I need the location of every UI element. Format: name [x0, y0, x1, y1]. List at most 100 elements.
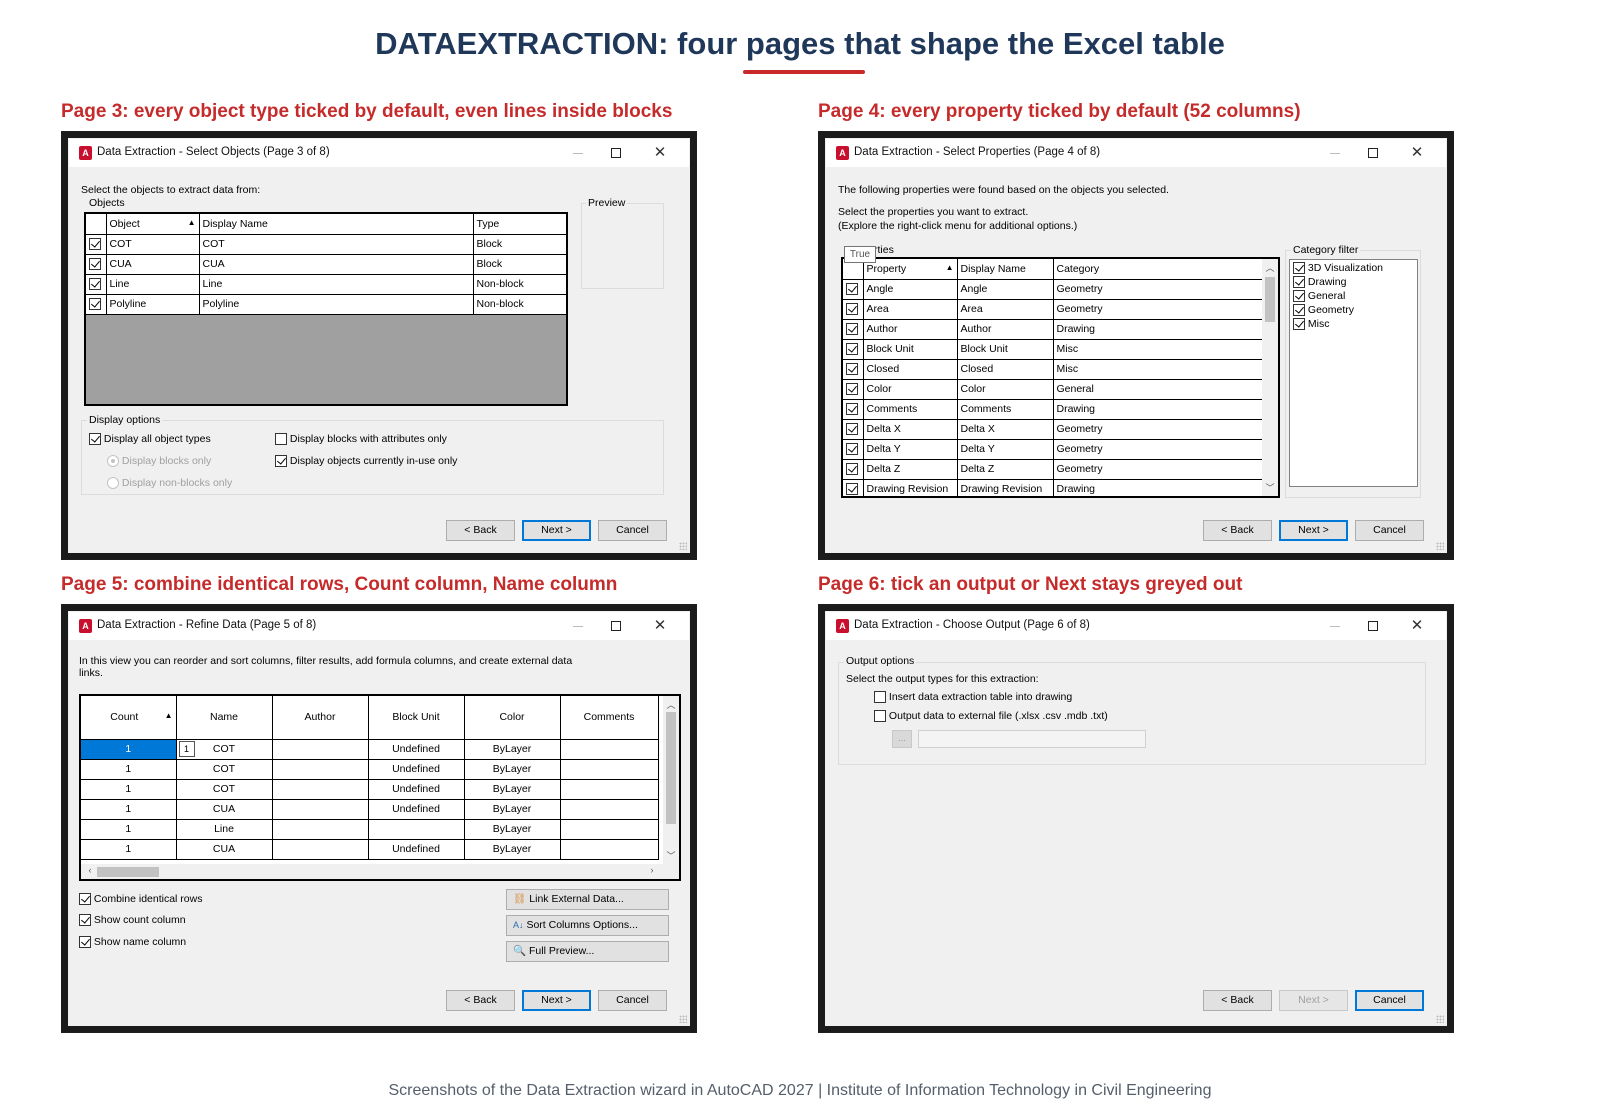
name-cell[interactable]: CUA [176, 799, 273, 820]
column-header-author[interactable]: Author [272, 696, 369, 740]
column-header-object[interactable]: Object ▲ [106, 214, 200, 235]
block-unit-cell[interactable]: Undefined [368, 739, 465, 760]
count-cell[interactable]: 1 [81, 819, 177, 840]
cancel-button[interactable]: Cancel [1355, 520, 1424, 541]
properties-grid[interactable]: Property ▲ Display Name Category Angle Ang… [841, 257, 1280, 498]
table-row[interactable]: Line Line Non-block [86, 274, 566, 295]
table-row[interactable]: Polyline Polyline Non-block [86, 294, 566, 315]
display-name-cell[interactable]: CUA [199, 254, 474, 275]
resize-grip[interactable] [1436, 1015, 1444, 1023]
next-button[interactable]: Next > [1279, 520, 1348, 541]
display-name-cell[interactable]: Delta Y [957, 439, 1054, 460]
block-unit-cell[interactable]: Undefined [368, 839, 465, 860]
category-checkbox[interactable] [1293, 290, 1305, 303]
author-cell[interactable] [272, 779, 369, 800]
color-cell[interactable]: ByLayer [464, 819, 561, 840]
row-checkbox[interactable] [89, 258, 101, 271]
table-row[interactable]: COT COT Block [86, 234, 566, 255]
link-external-data-button[interactable]: ⛓ Link External Data... [506, 889, 669, 910]
row-checkbox[interactable] [89, 278, 101, 291]
column-header-type[interactable]: Type [473, 214, 566, 235]
row-checkbox[interactable] [846, 483, 858, 496]
comments-cell[interactable] [560, 839, 659, 860]
resize-grip[interactable] [679, 542, 687, 550]
display-all-types-option[interactable]: Display all object types [89, 433, 211, 446]
block-unit-cell[interactable]: Undefined [368, 759, 465, 780]
combine-rows-checkbox[interactable] [79, 893, 91, 906]
insert-table-option[interactable]: Insert data extraction table into drawin… [874, 691, 1072, 704]
close-button[interactable]: ✕ [645, 616, 675, 636]
next-button[interactable]: Next > [522, 990, 591, 1011]
comments-cell[interactable] [560, 799, 659, 820]
full-preview-button[interactable]: 🔍 Full Preview... [506, 941, 669, 962]
display-name-cell[interactable]: Delta Z [957, 459, 1054, 480]
cancel-button[interactable]: Cancel [1355, 990, 1424, 1011]
display-name-cell[interactable]: Angle [957, 279, 1054, 300]
comments-cell[interactable] [560, 739, 659, 760]
color-cell[interactable]: ByLayer [464, 739, 561, 760]
maximize-button[interactable] [601, 616, 631, 636]
category-item[interactable]: General [1293, 290, 1345, 303]
browse-button[interactable]: ... [892, 730, 912, 748]
block-unit-cell[interactable] [368, 819, 465, 840]
show-count-option[interactable]: Show count column [79, 914, 186, 927]
back-button[interactable]: < Back [446, 520, 515, 541]
comments-cell[interactable] [560, 759, 659, 780]
count-cell[interactable]: 1 [81, 779, 177, 800]
category-item[interactable]: Drawing [1293, 276, 1346, 289]
objects-in-use-checkbox[interactable] [275, 455, 287, 468]
cancel-button[interactable]: Cancel [598, 990, 667, 1011]
table-row[interactable]: 1 CUA Undefined ByLayer [81, 799, 659, 820]
column-header-name[interactable]: Name [176, 696, 273, 740]
row-checkbox[interactable] [846, 283, 858, 296]
close-button[interactable]: ✕ [1402, 143, 1432, 163]
row-checkbox[interactable] [846, 323, 858, 336]
table-row[interactable]: 1 COT Undefined ByLayer [81, 779, 659, 800]
table-row[interactable]: Comments Comments Drawing [843, 399, 1264, 420]
scroll-thumb[interactable] [666, 712, 676, 824]
objects-grid[interactable]: Object ▲ Display Name Type COT COT Block … [84, 212, 568, 406]
row-checkbox[interactable] [89, 298, 101, 311]
author-cell[interactable] [272, 759, 369, 780]
count-cell[interactable]: 1 [81, 759, 177, 780]
block-unit-cell[interactable]: Undefined [368, 779, 465, 800]
comments-cell[interactable] [560, 819, 659, 840]
table-row[interactable]: 1 1 COT Undefined ByLayer [81, 739, 659, 760]
output-external-checkbox[interactable] [874, 710, 886, 723]
resize-grip[interactable] [1436, 542, 1444, 550]
display-name-cell[interactable]: Drawing Revision [957, 479, 1054, 496]
table-row[interactable]: Author Author Drawing [843, 319, 1264, 340]
color-cell[interactable]: ByLayer [464, 779, 561, 800]
color-cell[interactable]: ByLayer [464, 759, 561, 780]
minimize-button[interactable] [1320, 143, 1350, 163]
display-name-cell[interactable]: Block Unit [957, 339, 1054, 360]
display-name-cell[interactable]: Comments [957, 399, 1054, 420]
table-row[interactable]: Block Unit Block Unit Misc [843, 339, 1264, 360]
table-row[interactable]: Delta X Delta X Geometry [843, 419, 1264, 440]
block-unit-cell[interactable]: Undefined [368, 799, 465, 820]
close-button[interactable]: ✕ [1402, 616, 1432, 636]
category-checkbox[interactable] [1293, 276, 1305, 289]
row-checkbox[interactable] [846, 363, 858, 376]
display-all-types-checkbox[interactable] [89, 433, 101, 446]
row-checkbox[interactable] [89, 238, 101, 251]
category-filter-list[interactable]: 3D Visualization Drawing General Geometr… [1289, 259, 1418, 487]
scroll-right-icon[interactable]: › [645, 865, 659, 875]
name-cell[interactable]: 1 COT [176, 739, 273, 760]
color-cell[interactable]: ByLayer [464, 839, 561, 860]
back-button[interactable]: < Back [446, 990, 515, 1011]
author-cell[interactable] [272, 739, 369, 760]
author-cell[interactable] [272, 799, 369, 820]
display-name-cell[interactable]: Line [199, 274, 474, 295]
sort-columns-button[interactable]: A↓ Sort Columns Options... [506, 915, 669, 936]
row-checkbox[interactable] [846, 423, 858, 436]
display-name-cell[interactable]: COT [199, 234, 474, 255]
count-cell-selected[interactable]: 1 [81, 739, 177, 760]
column-header-display-name[interactable]: Display Name [957, 259, 1054, 280]
category-item[interactable]: 3D Visualization [1293, 262, 1383, 275]
refine-data-grid[interactable]: Count ▲ Name Author Block Unit Color Comm… [79, 694, 681, 881]
minimize-button[interactable] [563, 143, 593, 163]
author-cell[interactable] [272, 819, 369, 840]
table-row[interactable]: Area Area Geometry [843, 299, 1264, 320]
category-checkbox[interactable] [1293, 304, 1305, 317]
